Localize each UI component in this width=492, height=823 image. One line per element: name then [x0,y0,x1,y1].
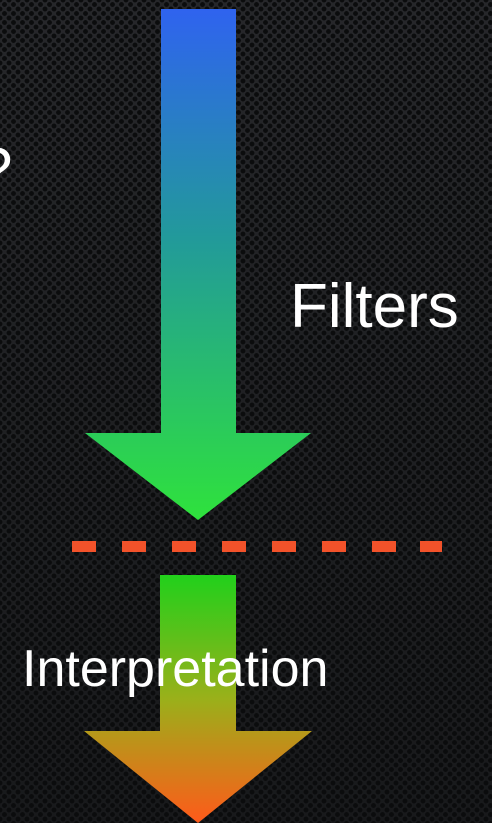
divider-dash [172,541,196,552]
divider-dash [322,541,346,552]
divider-dash [272,541,296,552]
interpretation-label: Interpretation [22,640,329,698]
partial-text-glyph: ? [0,140,12,202]
bottom-arrow [84,575,312,823]
dashed-divider [72,541,442,552]
slide: { "slide": { "partial_text": "?", "filte… [0,0,492,823]
divider-dash [372,541,396,552]
divider-dash [122,541,146,552]
top-arrow [85,9,311,520]
divider-dash [222,541,246,552]
divider-dash [72,541,96,552]
divider-dash [420,541,442,552]
filters-label: Filters [290,272,459,341]
diagram-canvas [72,9,442,823]
